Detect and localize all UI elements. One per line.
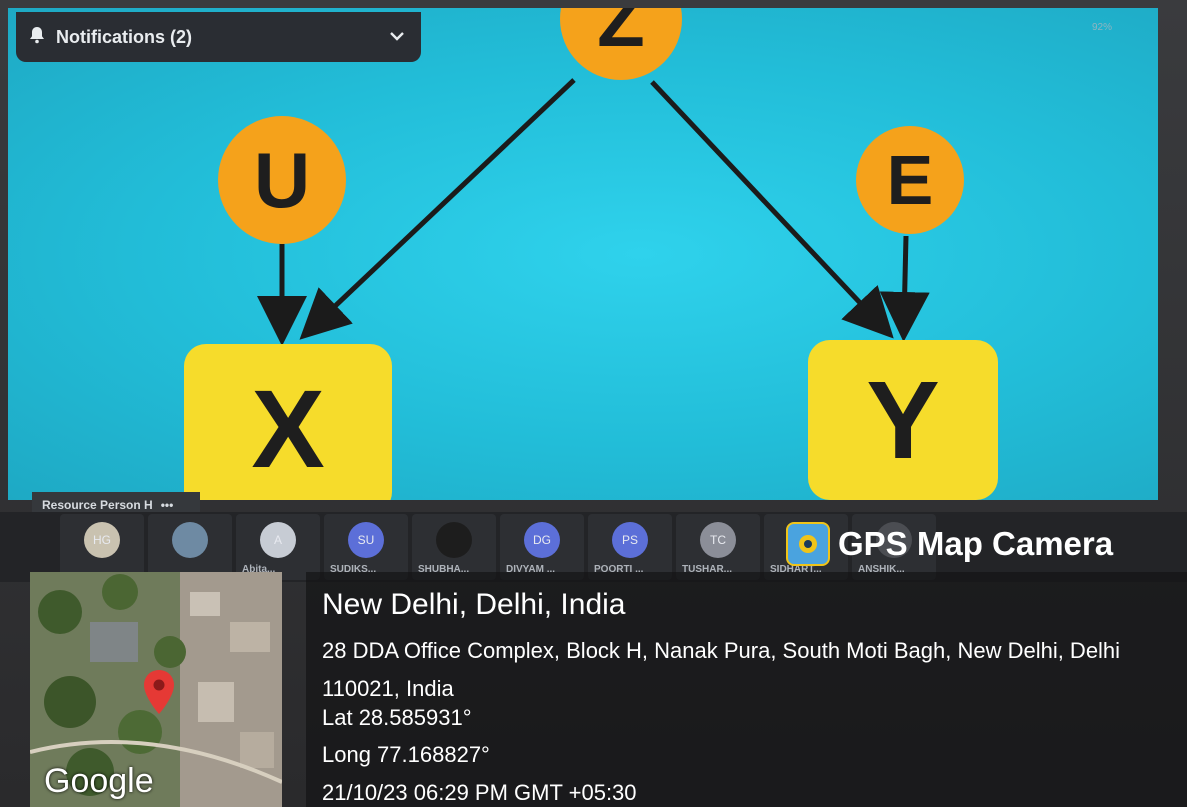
arrow-e-y	[879, 235, 930, 342]
gps-info-panel: New Delhi, Delhi, India 28 DDA Office Co…	[306, 572, 1187, 807]
resource-person-name: Resource Person H	[42, 498, 153, 512]
avatar: DG	[524, 522, 560, 558]
longitude: Long 77.168827°	[322, 742, 490, 767]
location-pin-icon	[144, 670, 174, 714]
avatar	[172, 522, 208, 558]
location-address: 28 DDA Office Complex, Block H, Nanak Pu…	[322, 638, 1121, 701]
google-logo: Google	[44, 762, 154, 800]
participant-tile[interactable]: SU SUDIKS...	[324, 514, 408, 580]
node-y: Y	[808, 340, 998, 500]
avatar: PS	[612, 522, 648, 558]
avatar: TC	[700, 522, 736, 558]
arrow-z-x	[299, 78, 576, 340]
bell-icon	[30, 27, 44, 44]
participant-tile[interactable]: TC TUSHAR...	[676, 514, 760, 580]
latitude: Lat 28.585931°	[322, 705, 472, 730]
participant-tile[interactable]: SHUBHA...	[412, 514, 496, 580]
map-thumbnail: Google	[30, 572, 282, 807]
notifications-label: Notifications (2)	[56, 27, 193, 47]
participant-tile[interactable]: DG DIVYAM ...	[500, 514, 584, 580]
shared-screen: Z U E X Y Notifications (2) 92%	[8, 8, 1158, 500]
avatar: HG	[84, 522, 120, 558]
participant-tile[interactable]: A Abita...	[236, 514, 320, 580]
avatar	[436, 522, 472, 558]
notifications-bar[interactable]: Notifications (2)	[16, 12, 421, 62]
participant-tile[interactable]: HG	[60, 514, 144, 580]
participant-tile[interactable]: PS POORTI ...	[588, 514, 672, 580]
gps-map-camera-brand: GPS Map Camera	[786, 520, 1181, 568]
avatar: SU	[348, 522, 384, 558]
battery-indicator: 92%	[1091, 22, 1112, 33]
avatar: A	[260, 522, 296, 558]
location-city: New Delhi, Delhi, India	[322, 588, 626, 621]
arrow-z-y	[650, 80, 894, 339]
node-x: X	[184, 344, 392, 500]
participant-tile[interactable]	[148, 514, 232, 580]
gps-brand-text: GPS Map Camera	[838, 525, 1114, 562]
node-u: U	[218, 116, 346, 244]
chevron-down-icon[interactable]	[389, 28, 405, 44]
more-options-icon[interactable]: •••	[161, 498, 174, 512]
node-e: E	[856, 126, 964, 234]
timestamp: 21/10/23 06:29 PM GMT +05:30	[322, 780, 637, 805]
gps-camera-logo-icon	[786, 522, 830, 566]
